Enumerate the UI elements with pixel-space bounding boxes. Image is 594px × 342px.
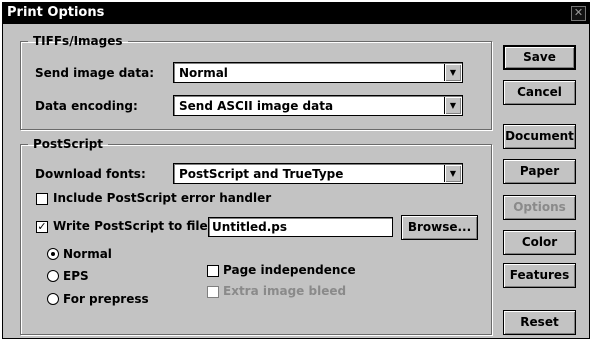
send-image-data-label: Send image data: <box>35 66 155 80</box>
send-image-data-select[interactable]: Normal ▼ <box>173 62 463 83</box>
chevron-down-icon[interactable]: ▼ <box>444 165 461 182</box>
tiffs-images-group-title: TIFFs/Images <box>33 34 123 48</box>
page-independence-label[interactable]: Page independence <box>223 263 356 277</box>
filename-input[interactable]: Untitled.ps <box>208 217 393 237</box>
features-button[interactable]: Features <box>503 263 576 288</box>
extra-image-bleed-label: Extra image bleed <box>223 284 347 298</box>
color-button[interactable]: Color <box>503 230 576 255</box>
print-options-dialog: Print Options ✕ TIFFs/Images Send image … <box>2 2 590 339</box>
extra-image-bleed-checkbox <box>207 286 219 298</box>
close-icon[interactable]: ✕ <box>571 6 586 21</box>
filename-value: Untitled.ps <box>212 220 288 234</box>
include-error-handler-label[interactable]: Include PostScript error handler <box>53 191 271 205</box>
document-button[interactable]: Document <box>503 124 576 149</box>
radio-prepress-label[interactable]: For prepress <box>63 292 149 306</box>
download-fonts-label: Download fonts: <box>35 167 146 181</box>
title-bar[interactable]: Print Options ✕ <box>3 3 589 24</box>
download-fonts-value: PostScript and TrueType <box>179 167 344 181</box>
browse-button[interactable]: Browse... <box>401 215 478 240</box>
postscript-group-title: PostScript <box>33 137 104 151</box>
options-button: Options <box>503 195 576 220</box>
paper-button[interactable]: Paper <box>503 159 576 184</box>
reset-button[interactable]: Reset <box>503 310 576 335</box>
data-encoding-select[interactable]: Send ASCII image data ▼ <box>173 95 463 116</box>
radio-prepress[interactable] <box>47 293 59 305</box>
radio-eps-label[interactable]: EPS <box>63 269 89 283</box>
data-encoding-value: Send ASCII image data <box>179 99 334 113</box>
radio-normal[interactable] <box>47 248 59 260</box>
dialog-title: Print Options <box>7 5 105 20</box>
download-fonts-select[interactable]: PostScript and TrueType ▼ <box>173 163 463 184</box>
write-to-file-label[interactable]: Write PostScript to file: <box>53 219 212 233</box>
data-encoding-label: Data encoding: <box>35 99 138 113</box>
chevron-down-icon[interactable]: ▼ <box>444 97 461 114</box>
radio-normal-label[interactable]: Normal <box>63 247 112 261</box>
chevron-down-icon[interactable]: ▼ <box>444 64 461 81</box>
include-error-handler-checkbox[interactable] <box>36 193 48 205</box>
page-independence-checkbox[interactable] <box>207 265 219 277</box>
send-image-data-value: Normal <box>179 66 228 80</box>
write-to-file-checkbox[interactable]: ✓ <box>36 221 48 233</box>
cancel-button[interactable]: Cancel <box>503 80 576 105</box>
save-button[interactable]: Save <box>503 45 576 70</box>
radio-eps[interactable] <box>47 270 59 282</box>
